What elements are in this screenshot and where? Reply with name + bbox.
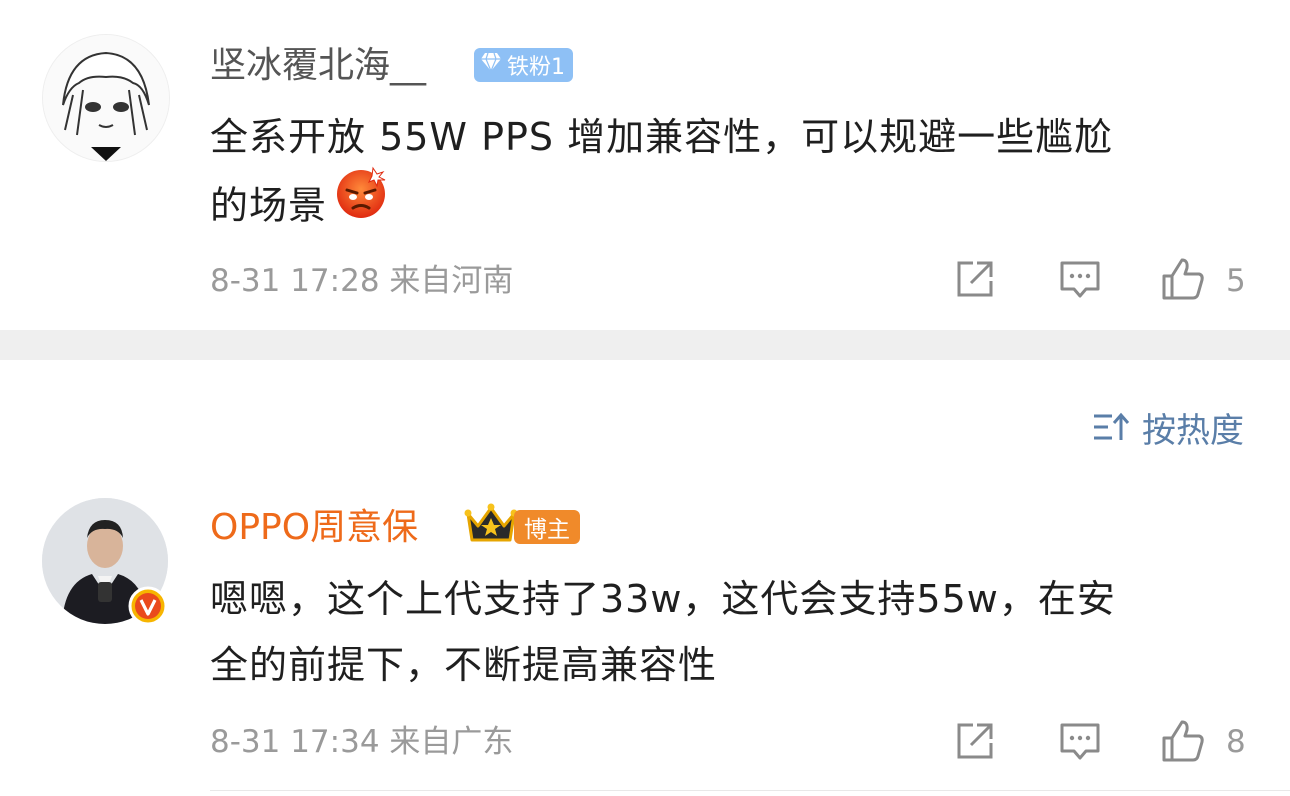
like-icon <box>1162 720 1204 762</box>
bottom-divider <box>210 790 1290 791</box>
section-divider <box>0 330 1290 360</box>
comment-meta: 8-31 17:34 来自广东 <box>210 724 514 760</box>
comment-text-line: 全系开放 55W PPS 增加兼容性，可以规避一些尴尬 <box>210 115 1114 159</box>
share-icon <box>957 261 993 297</box>
comment-icon <box>1060 261 1100 298</box>
reply-button[interactable] <box>1057 718 1103 764</box>
watermark-fade <box>520 752 820 792</box>
like-count: 8 <box>1226 724 1246 760</box>
avatar[interactable] <box>42 34 170 162</box>
like-count: 5 <box>1226 263 1246 299</box>
sort-label: 按热度 <box>1142 410 1244 451</box>
comment-meta: 8-31 17:28 来自河南 <box>210 263 514 299</box>
badge-label: 铁粉1 <box>507 55 565 80</box>
crown-icon <box>464 502 518 550</box>
share-icon <box>957 723 993 759</box>
sort-icon <box>1094 412 1130 440</box>
comment-icon <box>1060 723 1100 760</box>
username[interactable]: 坚冰覆北海__ <box>210 44 426 88</box>
like-button[interactable] <box>1160 256 1206 302</box>
share-button[interactable] <box>952 718 998 764</box>
comment-text-segment: 的场景 <box>210 183 328 228</box>
comment-text-line: 全的前提下，不断提高兼容性 <box>210 643 718 687</box>
comment-text: 嗯嗯，这个上代支持了33w，这代会支持55w，在安 全的前提下，不断提高兼容性 <box>210 566 1116 698</box>
username[interactable]: OPPO周意保 <box>210 506 418 550</box>
diamond-icon <box>480 52 502 78</box>
fan-badge[interactable]: 铁粉1 <box>474 48 573 82</box>
like-button[interactable] <box>1160 718 1206 764</box>
sort-toggle[interactable]: 按热度 <box>1092 404 1244 451</box>
comment-text-line: 嗯嗯，这个上代支持了33w，这代会支持55w，在安 <box>210 577 1116 621</box>
comment-text: 全系开放 55W PPS 增加兼容性，可以规避一些尴尬 的场景 <box>210 104 1113 246</box>
comment-text-line: 的场景 <box>210 166 1113 246</box>
avatar-anime-image <box>43 35 169 161</box>
like-icon <box>1162 258 1204 300</box>
angry-face-icon <box>333 164 389 240</box>
blogger-badge[interactable]: 博主 <box>514 510 580 544</box>
reply-button[interactable] <box>1057 256 1103 302</box>
share-button[interactable] <box>952 256 998 302</box>
verified-icon <box>128 586 168 626</box>
